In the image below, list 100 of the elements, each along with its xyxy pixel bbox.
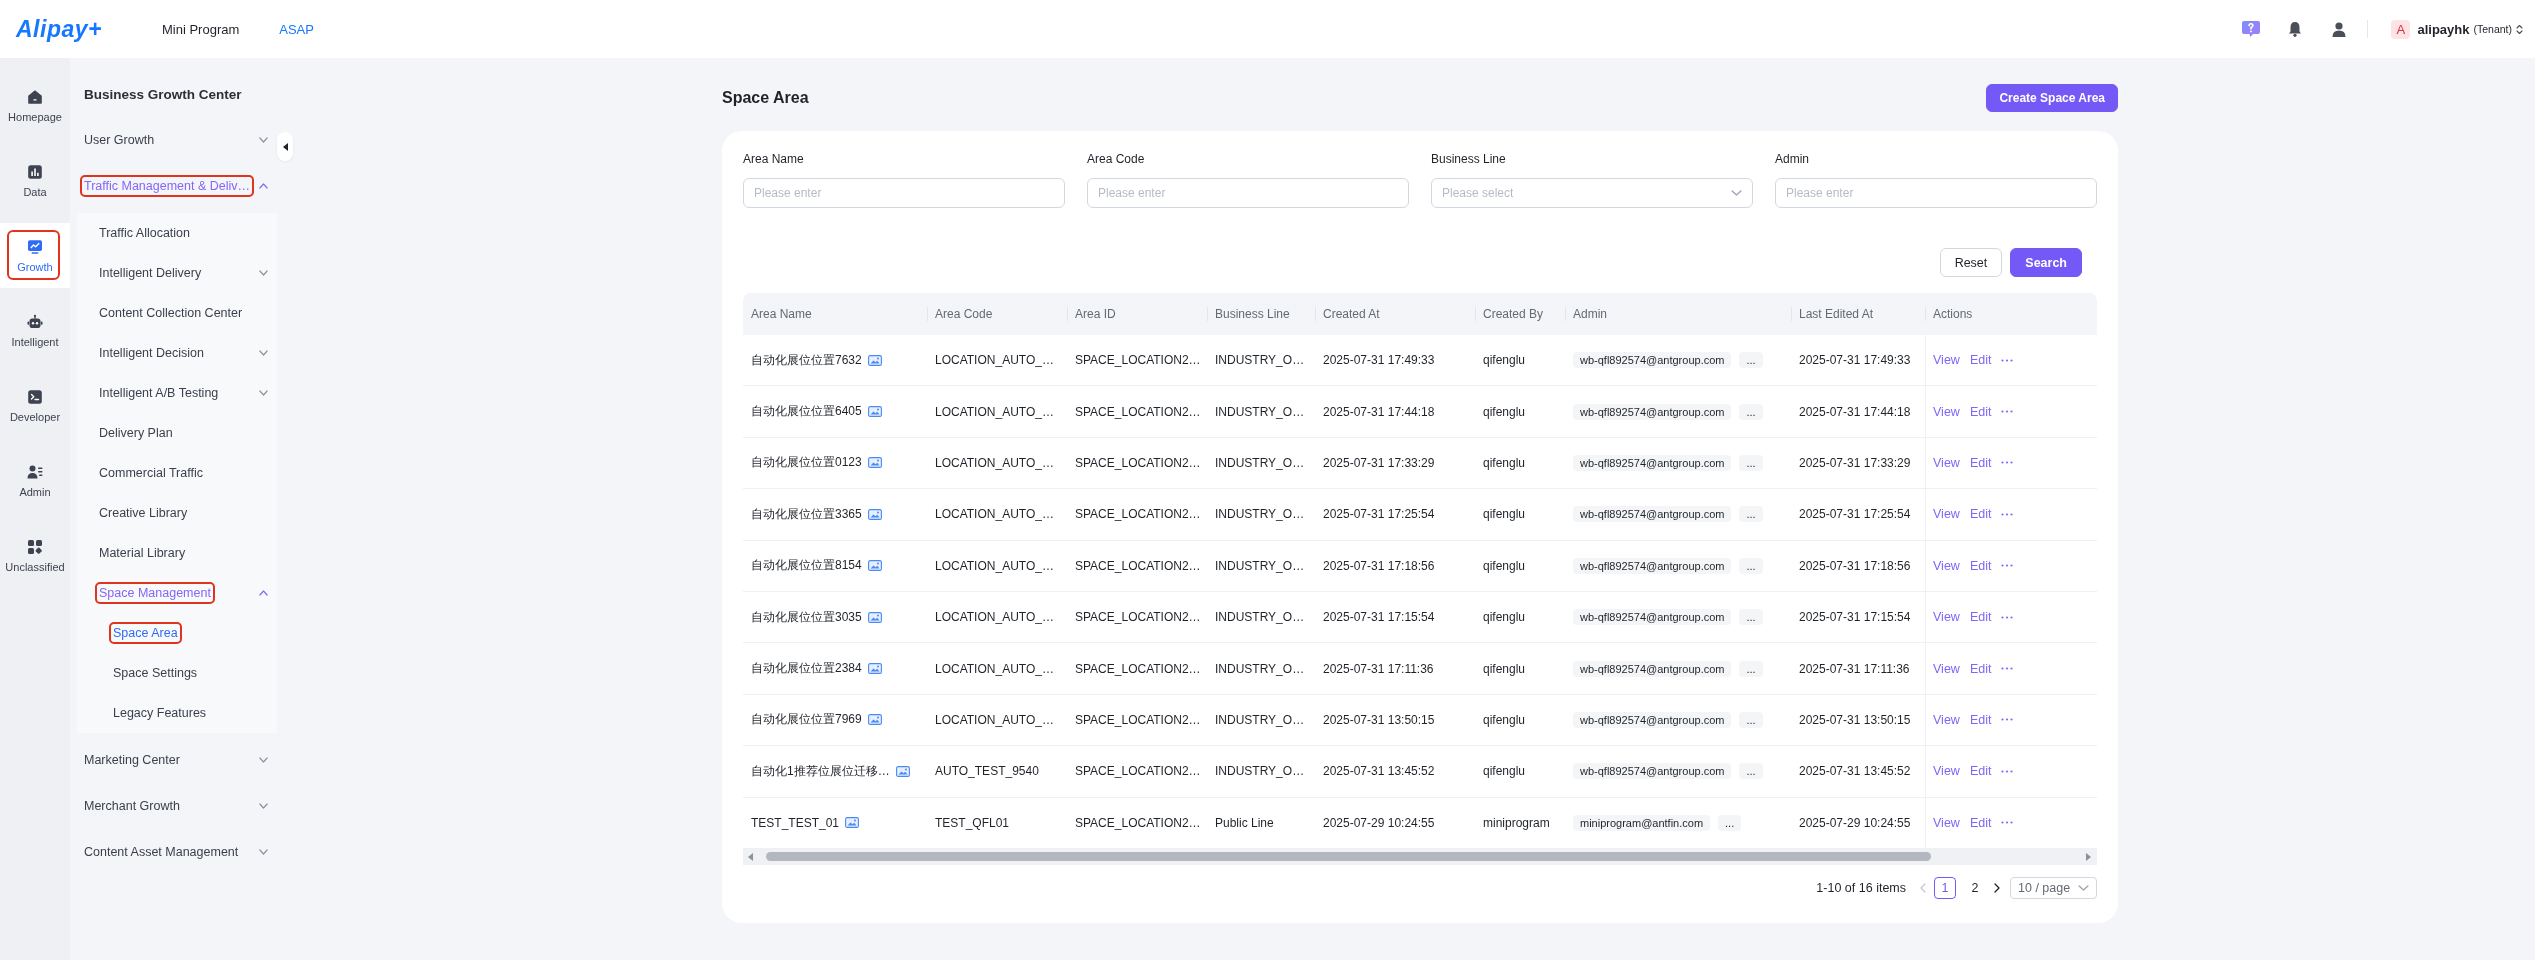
sidebar-item[interactable]: Delivery Plan — [95, 422, 177, 444]
sidebar-item[interactable]: User Growth — [80, 129, 159, 151]
image-icon[interactable] — [867, 354, 882, 366]
sidebar-item[interactable]: Marketing Center — [80, 749, 184, 771]
caret-left-icon[interactable] — [748, 852, 753, 861]
view-link[interactable]: View — [1933, 764, 1960, 779]
more-icon[interactable] — [2001, 718, 2014, 722]
sidebar-item[interactable]: Content Asset Management — [80, 841, 243, 863]
search-button[interactable]: Search — [2010, 248, 2082, 277]
more-tag[interactable]: ... — [1718, 814, 1742, 831]
sidebar-item[interactable]: Content Collection Center — [95, 302, 247, 324]
more-icon[interactable] — [2001, 410, 2014, 414]
image-icon[interactable] — [867, 508, 882, 520]
edit-link[interactable]: Edit — [1969, 404, 1992, 419]
reset-button[interactable]: Reset — [1939, 248, 2003, 277]
chevron-up-icon[interactable] — [259, 183, 268, 189]
page-size-select[interactable]: 10 / page — [2010, 876, 2097, 899]
more-tag[interactable]: ... — [1739, 352, 1763, 369]
create-button[interactable]: Create Space Area — [1986, 84, 2118, 112]
sidebar-item[interactable]: Commercial Traffic — [95, 462, 207, 484]
rail-item[interactable]: Intelligent — [0, 298, 70, 363]
more-tag[interactable]: ... — [1739, 609, 1763, 626]
edit-link[interactable]: Edit — [1969, 610, 1992, 625]
chevron-up-icon[interactable] — [259, 590, 268, 596]
scrollbar-thumb[interactable] — [766, 852, 1931, 862]
rail-item[interactable]: Unclassified — [0, 523, 70, 588]
more-icon[interactable] — [2001, 615, 2014, 619]
view-link[interactable]: View — [1933, 507, 1960, 522]
more-tag[interactable]: ... — [1739, 660, 1763, 677]
more-tag[interactable]: ... — [1739, 403, 1763, 420]
input-field[interactable]: Please enter — [1775, 178, 2097, 208]
sidebar-item[interactable]: Traffic Allocation — [95, 222, 194, 244]
view-link[interactable]: View — [1933, 712, 1960, 727]
edit-link[interactable]: Edit — [1969, 712, 1992, 727]
chevron-down-icon[interactable] — [1731, 190, 1742, 196]
more-tag[interactable]: ... — [1739, 763, 1763, 780]
edit-link[interactable]: Edit — [1969, 558, 1992, 573]
chevron-down-icon[interactable] — [259, 757, 268, 763]
image-icon[interactable] — [845, 817, 860, 829]
chevron-right-icon[interactable] — [1994, 882, 2000, 893]
nav-item[interactable]: ASAP — [279, 21, 314, 37]
input-field[interactable]: Please enter — [743, 178, 1065, 208]
edit-link[interactable]: Edit — [1969, 455, 1992, 470]
image-icon[interactable] — [867, 611, 882, 623]
sidebar-item[interactable]: Legacy Features — [109, 702, 211, 724]
help-icon[interactable] — [2241, 20, 2262, 38]
sidebar-item[interactable]: Space Management — [95, 582, 215, 604]
chevron-down-icon[interactable] — [259, 270, 268, 276]
edit-link[interactable]: Edit — [1969, 507, 1992, 522]
chevron-down-icon[interactable] — [259, 390, 268, 396]
view-link[interactable]: View — [1933, 661, 1960, 676]
view-link[interactable]: View — [1933, 353, 1960, 368]
image-icon[interactable] — [867, 663, 882, 675]
rail-item[interactable]: Homepage — [0, 73, 70, 138]
collapse-button[interactable] — [277, 132, 293, 161]
image-icon[interactable] — [867, 406, 882, 418]
sidebar-item[interactable]: Space Area — [109, 622, 182, 644]
more-icon[interactable] — [2001, 564, 2014, 568]
image-icon[interactable] — [867, 714, 882, 726]
edit-link[interactable]: Edit — [1969, 661, 1992, 676]
more-tag[interactable]: ... — [1739, 506, 1763, 523]
logo[interactable]: Alipay+ — [16, 15, 102, 43]
view-link[interactable]: View — [1933, 455, 1960, 470]
rail-item[interactable]: Developer — [0, 373, 70, 438]
more-tag[interactable]: ... — [1739, 711, 1763, 728]
more-icon[interactable] — [2001, 667, 2014, 671]
bell-icon[interactable] — [2288, 21, 2303, 37]
chevron-down-icon[interactable] — [259, 137, 268, 143]
view-link[interactable]: View — [1933, 558, 1960, 573]
rail-item[interactable]: Admin — [0, 448, 70, 513]
edit-link[interactable]: Edit — [1969, 815, 1992, 830]
sidebar-item[interactable]: Creative Library — [95, 502, 192, 524]
more-tag[interactable]: ... — [1739, 454, 1763, 471]
user-icon[interactable] — [2332, 21, 2347, 37]
view-link[interactable]: View — [1933, 610, 1960, 625]
page-button[interactable]: 1 — [1934, 876, 1956, 899]
more-icon[interactable] — [2001, 821, 2014, 825]
view-link[interactable]: View — [1933, 404, 1960, 419]
nav-item[interactable]: Mini Program — [161, 21, 240, 37]
chevron-down-icon[interactable] — [259, 803, 268, 809]
sidebar-item[interactable]: Merchant Growth — [80, 795, 184, 817]
chevron-down-icon[interactable] — [259, 350, 268, 356]
up-down-caret-icon[interactable] — [2516, 23, 2523, 35]
image-icon[interactable] — [867, 457, 882, 469]
more-icon[interactable] — [2001, 769, 2014, 773]
rail-item[interactable]: Growth — [0, 223, 70, 288]
caret-right-icon[interactable] — [2086, 852, 2091, 861]
sidebar-item[interactable]: Material Library — [95, 542, 190, 564]
more-icon[interactable] — [2001, 512, 2014, 516]
view-link[interactable]: View — [1933, 815, 1960, 830]
chevron-down-icon[interactable] — [2078, 884, 2089, 891]
sidebar-item[interactable]: Space Settings — [109, 662, 202, 684]
edit-link[interactable]: Edit — [1969, 353, 1992, 368]
sidebar-item[interactable]: Intelligent Decision — [95, 342, 208, 364]
input-field[interactable]: Please enter — [1087, 178, 1409, 208]
more-icon[interactable] — [2001, 358, 2014, 362]
more-icon[interactable] — [2001, 461, 2014, 465]
account-name[interactable]: alipayhk — [2417, 21, 2470, 37]
chevron-down-icon[interactable] — [259, 849, 268, 855]
rail-item[interactable]: Data — [0, 148, 70, 213]
